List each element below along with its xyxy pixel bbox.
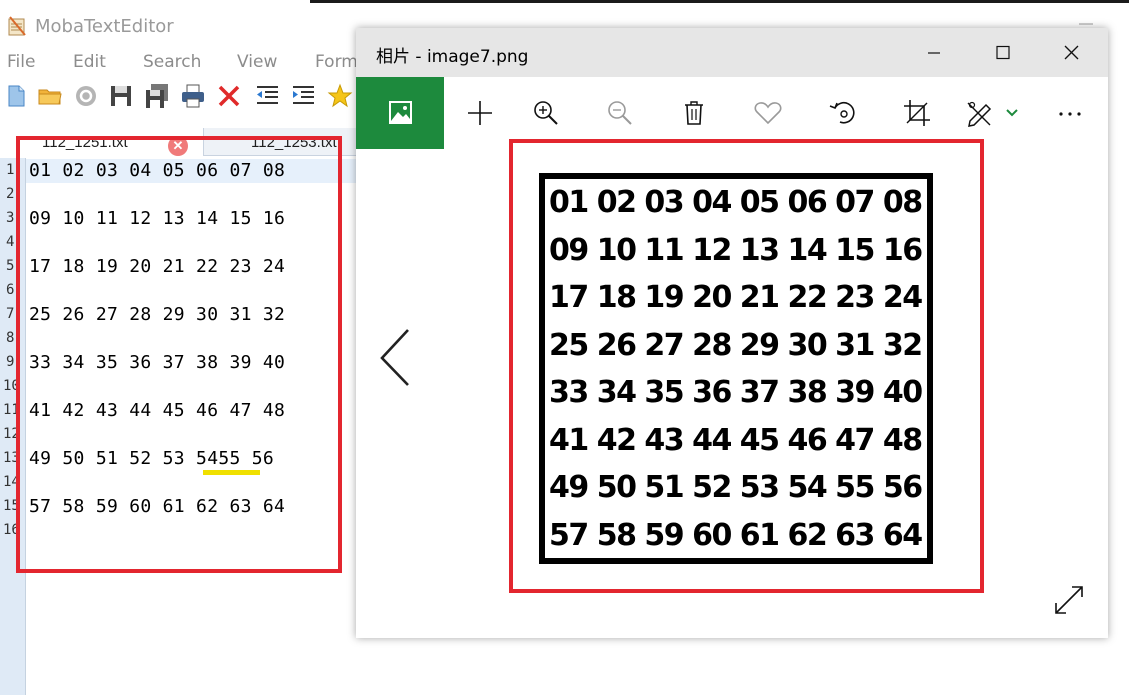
add-icon[interactable] <box>462 95 498 131</box>
indent-icon[interactable] <box>289 82 317 110</box>
editor-app-title: MobaTextEditor <box>35 16 174 37</box>
photos-window-title: 相片 - image7.png <box>376 47 529 67</box>
unindent-icon[interactable] <box>253 82 281 110</box>
crop-icon[interactable] <box>899 95 935 131</box>
save-icon[interactable] <box>107 82 135 110</box>
gallery-icon[interactable] <box>356 77 444 149</box>
new-file-icon[interactable] <box>2 82 30 110</box>
minimize-button[interactable] <box>899 28 969 77</box>
delete-icon[interactable] <box>676 95 712 131</box>
close-window-button[interactable] <box>1038 28 1108 77</box>
menu-edit[interactable]: Edit <box>73 52 106 72</box>
desktop: MobaTextEditor File Edit Search View For… <box>0 0 1129 695</box>
red-annotation-box <box>509 139 984 593</box>
menu-format[interactable]: Form <box>315 52 358 72</box>
reload-icon[interactable] <box>72 82 100 110</box>
save-all-icon[interactable] <box>143 82 171 110</box>
menu-view[interactable]: View <box>237 52 277 72</box>
photos-viewer-window: 相片 - image7.png 01 02 03 04 05 06 07 08 … <box>356 28 1108 638</box>
maximize-button[interactable] <box>968 28 1038 77</box>
zoom-out-icon[interactable] <box>602 95 638 131</box>
print-icon[interactable] <box>179 82 207 110</box>
more-icon[interactable] <box>1052 95 1088 131</box>
notepad-app-icon <box>6 15 28 37</box>
menu-file[interactable]: File <box>7 52 35 72</box>
open-folder-icon[interactable] <box>36 82 64 110</box>
close-icon[interactable] <box>215 82 243 110</box>
photos-titlebar[interactable]: 相片 - image7.png <box>356 28 1108 77</box>
previous-image-chevron-left-icon[interactable] <box>378 328 418 388</box>
rotate-icon[interactable] <box>825 95 861 131</box>
edit-icon[interactable] <box>962 95 998 131</box>
zoom-in-icon[interactable] <box>528 95 564 131</box>
favorite-icon[interactable] <box>750 95 786 131</box>
chevron-down-icon[interactable] <box>996 95 1032 131</box>
expand-fullscreen-icon[interactable] <box>1052 583 1086 617</box>
menu-search[interactable]: Search <box>143 52 201 72</box>
highlight-icon[interactable] <box>326 82 354 110</box>
red-annotation-box <box>16 136 342 573</box>
